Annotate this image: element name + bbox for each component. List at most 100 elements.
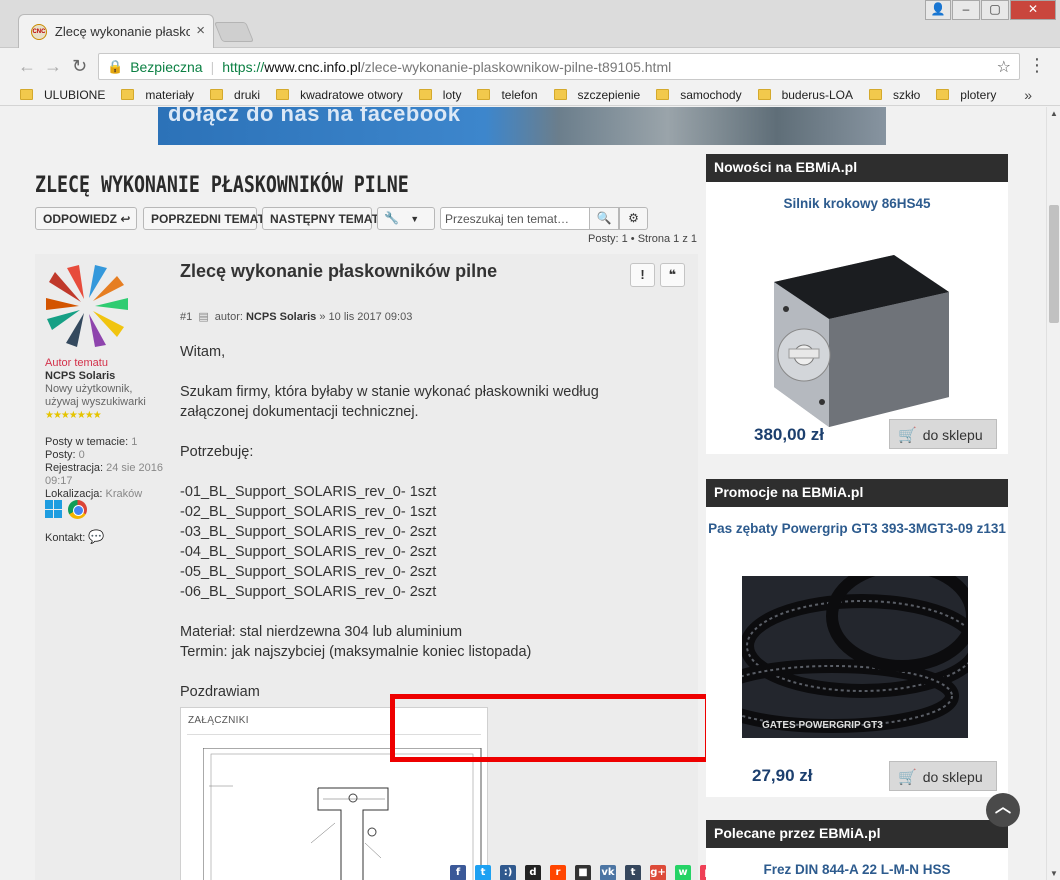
bookmark-item[interactable]: buderus-LOA [757,87,853,102]
whatsapp-share-icon[interactable]: w [675,865,691,880]
sidebar-recommended-box: Frez DIN 844-A 22 L-M-N HSS [706,848,1008,880]
stat-value: 0 [78,449,85,461]
bookmark-star-icon[interactable]: ☆ [997,57,1011,77]
scrollbar-thumb[interactable] [1049,205,1059,323]
scroll-up-arrow-icon[interactable]: ▲ [1050,109,1058,118]
advanced-search-button[interactable]: ⚙ [619,207,648,230]
chrome-icon [68,500,87,519]
folder-icon [121,89,135,100]
author-name[interactable]: NCPS Solaris [45,370,115,383]
post-text-line: Termin: jak najszybciej (maksymalnie kon… [180,644,532,660]
more-bookmarks-icon[interactable]: » [1024,87,1032,103]
promo-product-cart-button[interactable]: 🛒 do sklepu [889,761,997,791]
bookmark-label: ULUBIONE [44,87,106,102]
page-scrollbar[interactable]: ▲ ▼ [1046,107,1060,880]
twitter-share-icon[interactable]: t [475,865,491,880]
folder-icon [477,89,491,100]
rank-stars-icon: ★★★★★★★ [45,410,102,421]
timing-belt-image[interactable]: GATES POWERGRIP GT3 [742,576,968,738]
quote-button[interactable]: ❝ [660,263,685,287]
address-bar[interactable]: 🔒 Bezpieczna | https://www.cnc.info.pl/z… [98,53,1020,80]
stat-label: Posty: [45,449,76,461]
browser-menu-icon[interactable]: ⋮ [1028,56,1046,74]
url-host: www.cnc.info.pl [264,58,361,75]
os-browser-icons [45,500,87,519]
bookmarks-bar: ULUBIONE materiały druki kwadratowe otwory l… [0,84,1060,106]
bookmark-item[interactable]: loty [418,88,461,102]
banner-text: dołącz do nas na facebook [168,107,461,126]
stat-value: Kraków [105,488,143,500]
post-text-line: Potrzebuję: [180,444,254,460]
reload-icon[interactable]: ↻ [72,56,87,77]
author-avatar[interactable] [45,264,129,348]
post-text-line: -01_BL_Support_SOLARIS_rev_0- 1szt [180,484,437,500]
bookmark-item[interactable]: telefon [477,88,538,102]
google-plus-share-icon[interactable]: g+ [650,865,666,880]
reddit-share-icon[interactable]: r [550,865,566,880]
bookmark-item[interactable]: kwadratowe otwory [276,88,403,102]
stepper-motor-image[interactable] [734,237,974,437]
post-author-link[interactable]: NCPS Solaris [246,311,316,323]
facebook-share-icon[interactable]: f [450,865,466,880]
report-button[interactable]: ! [630,263,655,287]
author-stat: Posty: 0 [45,449,170,462]
previous-topic-button[interactable]: POPRZEDNI TEMAT [143,207,265,230]
close-tab-icon[interactable]: × [196,22,205,40]
promo-product-link[interactable]: Pas zębaty Powergrip GT3 393-3MGT3-09 z1… [706,520,1008,537]
facebook-banner[interactable]: dołącz do nas na facebook [158,107,886,145]
post-number[interactable]: #1 [180,311,192,323]
technical-drawing-image[interactable] [203,748,483,880]
user-profile-button[interactable]: 👤 [925,0,951,20]
reply-button[interactable]: ODPOWIEDZ ↩ [35,207,137,230]
close-window-button[interactable]: ✕ [1010,0,1056,20]
topic-tools-button[interactable]: 🔧 ▼ [377,207,435,230]
contact-label: Kontakt: [45,532,86,544]
post-title[interactable]: Zlecę wykonanie płaskowników pilne [180,260,500,283]
new-tab-button[interactable] [213,22,255,42]
new-product-price: 380,00 zł [754,425,824,444]
contact-bubble-icon[interactable]: 💬 [88,529,104,544]
topic-search-input[interactable]: Przeszukaj ten temat… [440,207,590,230]
post-text-line: -05_BL_Support_SOLARIS_rev_0- 2szt [180,564,437,580]
bookmark-item[interactable]: samochody [656,88,742,102]
browser-tab[interactable]: CNC Zlecę wykonanie płaskow × [18,14,214,48]
minimize-button[interactable]: – [952,0,980,20]
digg-share-icon[interactable]: d [525,865,541,880]
post: Autor tematu NCPS Solaris Nowy użytkowni… [35,254,716,880]
delicious-share-icon[interactable]: ■ [575,865,591,880]
folder-icon [553,89,567,100]
bookmark-label: druki [234,87,261,102]
bookmark-label: buderus-LOA [781,87,853,102]
search-button[interactable]: 🔍 [589,207,619,230]
vk-share-icon[interactable]: vk [600,865,616,880]
new-product-link[interactable]: Silnik krokowy 86HS45 [706,195,1008,212]
promo-product-price: 27,90 zł [752,766,813,785]
bookmark-item[interactable]: plotery [936,88,996,102]
myspace-share-icon[interactable]: :) [500,865,516,880]
recommended-product-link[interactable]: Frez DIN 844-A 22 L-M-N HSS [706,861,1008,878]
maximize-button[interactable]: ▢ [981,0,1009,20]
tumblr-share-icon[interactable]: t [625,865,641,880]
post-text-line: załączonej dokumentacji technicznej. [180,404,419,420]
meta-prefix: autor: [214,311,243,323]
back-icon[interactable]: ← [18,56,36,77]
bookmark-item[interactable]: materiały [121,88,194,102]
stat-label: Rejestracja: [45,462,104,474]
next-topic-button[interactable]: NASTĘPNY TEMAT [262,207,379,230]
secure-label: Bezpieczna [130,58,203,75]
bookmark-item[interactable]: druki [210,88,260,102]
scroll-to-top-button[interactable]: ︿ [986,793,1020,827]
bookmark-item[interactable]: ULUBIONE [20,88,105,102]
new-product-cart-button[interactable]: 🛒 do sklepu [889,419,997,449]
reply-label: ODPOWIEDZ [43,212,117,226]
reply-arrow-icon: ↩ [120,212,131,226]
post-text-line: -02_BL_Support_SOLARIS_rev_0- 1szt [180,504,437,520]
folder-icon [656,89,670,100]
author-rank: Nowy użytkownik, używaj wyszukiwarki [45,383,146,408]
sidebar-recommended-header: Polecane przez EBMiA.pl [706,820,1008,848]
forward-icon[interactable]: → [44,56,62,77]
bookmark-item[interactable]: szczepienie [553,88,640,102]
scroll-down-arrow-icon[interactable]: ▼ [1050,869,1058,878]
bookmark-item[interactable]: szkło [868,88,920,102]
